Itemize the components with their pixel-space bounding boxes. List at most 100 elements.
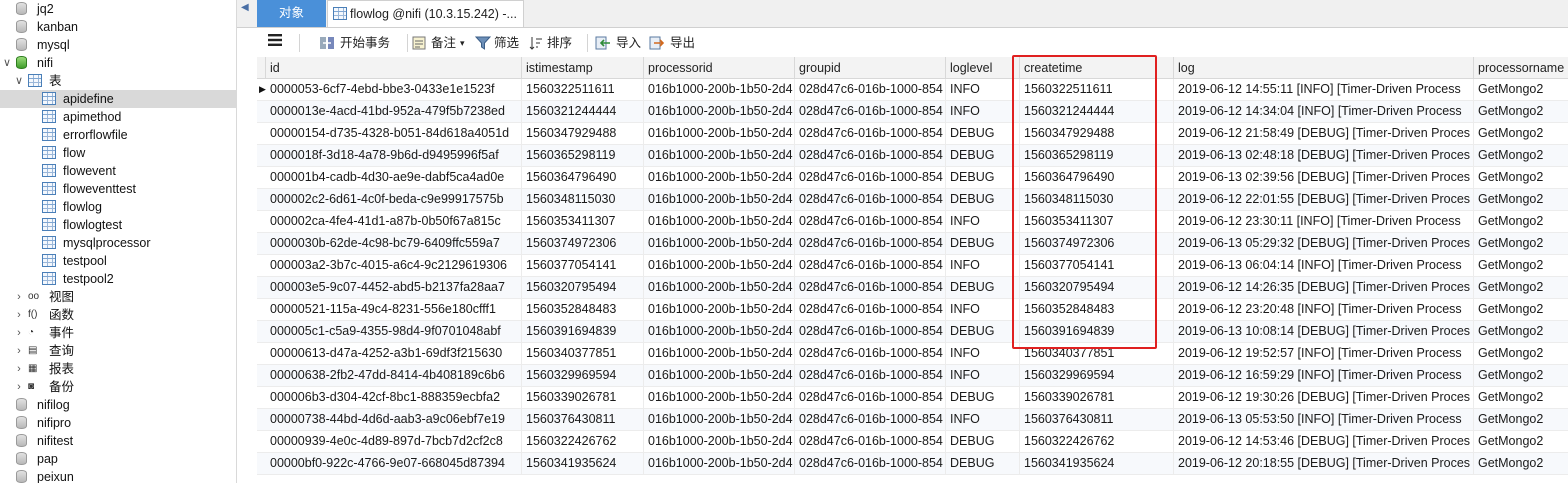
cell-processorid[interactable]: 016b1000-200b-1b50-2d4 (644, 123, 795, 145)
tab-objects[interactable]: 对象 (257, 0, 326, 27)
cell-createtime[interactable]: 1560322511611 (1020, 79, 1174, 101)
hamburger-menu-icon[interactable] (267, 32, 283, 52)
tree-item-mysql[interactable]: mysql (0, 36, 236, 54)
cell-id[interactable]: 0000030b-62de-4c98-bc79-6409ffc559a7 (266, 233, 522, 255)
cell-istimestamp[interactable]: 1560320795494 (522, 277, 644, 299)
cell-processorid[interactable]: 016b1000-200b-1b50-2d4 (644, 211, 795, 233)
tree-item-mysqlprocessor[interactable]: mysqlprocessor (0, 234, 236, 252)
table-row[interactable]: 00000521-115a-49c4-8231-556e180cfff1 1560… (257, 299, 1568, 321)
cell-id[interactable]: 00000154-d735-4328-b051-84d618a4051d (266, 123, 522, 145)
cell-istimestamp[interactable]: 1560364796490 (522, 167, 644, 189)
cell-log[interactable]: 2019-06-12 19:30:26 [DEBUG] [Timer-Drive… (1174, 387, 1474, 409)
cell-groupid[interactable]: 028d47c6-016b-1000-854 (795, 233, 946, 255)
column-header-istimestamp[interactable]: istimestamp (522, 57, 644, 79)
cell-loglevel[interactable]: DEBUG (946, 321, 1020, 343)
cell-istimestamp[interactable]: 1560340377851 (522, 343, 644, 365)
tree-item-pap[interactable]: pap (0, 450, 236, 468)
cell-istimestamp[interactable]: 1560348115030 (522, 189, 644, 211)
cell-createtime[interactable]: 1560341935624 (1020, 453, 1174, 475)
cell-istimestamp[interactable]: 1560374972306 (522, 233, 644, 255)
cell-loglevel[interactable]: DEBUG (946, 145, 1020, 167)
cell-istimestamp[interactable]: 1560352848483 (522, 299, 644, 321)
cell-loglevel[interactable]: INFO (946, 409, 1020, 431)
cell-log[interactable]: 2019-06-12 14:53:46 [DEBUG] [Timer-Drive… (1174, 431, 1474, 453)
table-row[interactable]: 000002ca-4fe4-41d1-a87b-0b50f67a815c 1560… (257, 211, 1568, 233)
cell-createtime[interactable]: 1560365298119 (1020, 145, 1174, 167)
cell-istimestamp[interactable]: 1560329969594 (522, 365, 644, 387)
cell-loglevel[interactable]: INFO (946, 365, 1020, 387)
column-header-id[interactable]: id (266, 57, 522, 79)
cell-processorname[interactable]: GetMongo2 (1474, 453, 1568, 475)
cell-id[interactable]: 000002c2-6d61-4c0f-beda-c9e99917575b (266, 189, 522, 211)
cell-id[interactable]: 000003a2-3b7c-4015-a6c4-9c2129619306 (266, 255, 522, 277)
cell-log[interactable]: 2019-06-12 14:34:04 [INFO] [Timer-Driven… (1174, 101, 1474, 123)
cell-istimestamp[interactable]: 1560339026781 (522, 387, 644, 409)
cell-processorid[interactable]: 016b1000-200b-1b50-2d4 (644, 277, 795, 299)
cell-groupid[interactable]: 028d47c6-016b-1000-854 (795, 101, 946, 123)
cell-processorname[interactable]: GetMongo2 (1474, 431, 1568, 453)
cell-processorid[interactable]: 016b1000-200b-1b50-2d4 (644, 431, 795, 453)
cell-createtime[interactable]: 1560364796490 (1020, 167, 1174, 189)
cell-id[interactable]: 00000738-44bd-4d6d-aab3-a9c06ebf7e19 (266, 409, 522, 431)
tree-item-视图[interactable]: › oo 视图 (0, 288, 236, 306)
tree-item-testpool[interactable]: testpool (0, 252, 236, 270)
cell-id[interactable]: 0000053-6cf7-4ebd-bbe3-0433e1e1523f (266, 79, 522, 101)
cell-groupid[interactable]: 028d47c6-016b-1000-854 (795, 409, 946, 431)
cell-processorid[interactable]: 016b1000-200b-1b50-2d4 (644, 453, 795, 475)
cell-processorname[interactable]: GetMongo2 (1474, 365, 1568, 387)
cell-loglevel[interactable]: INFO (946, 211, 1020, 233)
cell-processorname[interactable]: GetMongo2 (1474, 145, 1568, 167)
cell-log[interactable]: 2019-06-13 05:53:50 [INFO] [Timer-Driven… (1174, 409, 1474, 431)
cell-groupid[interactable]: 028d47c6-016b-1000-854 (795, 277, 946, 299)
table-row[interactable]: 000002c2-6d61-4c0f-beda-c9e99917575b 1560… (257, 189, 1568, 211)
cell-loglevel[interactable]: INFO (946, 343, 1020, 365)
table-row[interactable]: 000003a2-3b7c-4015-a6c4-9c2129619306 1560… (257, 255, 1568, 277)
column-header-groupid[interactable]: groupid (795, 57, 946, 79)
cell-processorname[interactable]: GetMongo2 (1474, 189, 1568, 211)
cell-id[interactable]: 00000bf0-922c-4766-9e07-668045d87394 (266, 453, 522, 475)
cell-processorid[interactable]: 016b1000-200b-1b50-2d4 (644, 189, 795, 211)
cell-istimestamp[interactable]: 1560321244444 (522, 101, 644, 123)
expand-arrow-icon[interactable]: › (14, 306, 24, 324)
cell-createtime[interactable]: 1560321244444 (1020, 101, 1174, 123)
cell-processorname[interactable]: GetMongo2 (1474, 343, 1568, 365)
cell-log[interactable]: 2019-06-13 05:29:32 [DEBUG] [Timer-Drive… (1174, 233, 1474, 255)
table-row[interactable]: 000003e5-9c07-4452-abd5-b2137fa28aa7 1560… (257, 277, 1568, 299)
cell-groupid[interactable]: 028d47c6-016b-1000-854 (795, 365, 946, 387)
cell-log[interactable]: 2019-06-12 14:55:11 [INFO] [Timer-Driven… (1174, 79, 1474, 101)
tree-item-flowevent[interactable]: flowevent (0, 162, 236, 180)
cell-groupid[interactable]: 028d47c6-016b-1000-854 (795, 321, 946, 343)
cell-processorid[interactable]: 016b1000-200b-1b50-2d4 (644, 233, 795, 255)
cell-id[interactable]: 000002ca-4fe4-41d1-a87b-0b50f67a815c (266, 211, 522, 233)
cell-processorid[interactable]: 016b1000-200b-1b50-2d4 (644, 167, 795, 189)
cell-loglevel[interactable]: INFO (946, 255, 1020, 277)
export-button[interactable]: 导出 (649, 33, 697, 53)
cell-istimestamp[interactable]: 1560347929488 (522, 123, 644, 145)
collapse-arrow-icon[interactable]: ∨ (14, 72, 24, 90)
cell-id[interactable]: 0000018f-3d18-4a78-9b6d-d9495996f5af (266, 145, 522, 167)
cell-processorid[interactable]: 016b1000-200b-1b50-2d4 (644, 299, 795, 321)
table-row[interactable]: ▶ 0000053-6cf7-4ebd-bbe3-0433e1e1523f 1560… (257, 79, 1568, 101)
cell-processorname[interactable]: GetMongo2 (1474, 167, 1568, 189)
table-row[interactable]: 00000613-d47a-4252-a3b1-69df3f215630 1560… (257, 343, 1568, 365)
cell-groupid[interactable]: 028d47c6-016b-1000-854 (795, 453, 946, 475)
cell-id[interactable]: 00000638-2fb2-47dd-8414-4b408189c6b6 (266, 365, 522, 387)
cell-processorname[interactable]: GetMongo2 (1474, 409, 1568, 431)
cell-log[interactable]: 2019-06-12 19:52:57 [INFO] [Timer-Driven… (1174, 343, 1474, 365)
sort-button[interactable]: 排序 (529, 33, 579, 53)
tab-flowlog-table[interactable]: flowlog @nifi (10.3.15.242) -... (327, 0, 524, 27)
column-header-log[interactable]: log (1174, 57, 1474, 79)
table-row[interactable]: 000001b4-cadb-4d30-ae9e-dabf5ca4ad0e 1560… (257, 167, 1568, 189)
tree-item-apidefine[interactable]: apidefine (0, 90, 236, 108)
cell-istimestamp[interactable]: 1560376430811 (522, 409, 644, 431)
expand-arrow-icon[interactable]: › (14, 360, 24, 378)
cell-createtime[interactable]: 1560320795494 (1020, 277, 1174, 299)
cell-id[interactable]: 000005c1-c5a9-4355-98d4-9f0701048abf (266, 321, 522, 343)
cell-processorname[interactable]: GetMongo2 (1474, 79, 1568, 101)
cell-groupid[interactable]: 028d47c6-016b-1000-854 (795, 255, 946, 277)
tree-item-备份[interactable]: › ◙ 备份 (0, 378, 236, 396)
cell-log[interactable]: 2019-06-12 22:01:55 [DEBUG] [Timer-Drive… (1174, 189, 1474, 211)
column-header-loglevel[interactable]: loglevel (946, 57, 1020, 79)
cell-groupid[interactable]: 028d47c6-016b-1000-854 (795, 343, 946, 365)
cell-createtime[interactable]: 1560339026781 (1020, 387, 1174, 409)
